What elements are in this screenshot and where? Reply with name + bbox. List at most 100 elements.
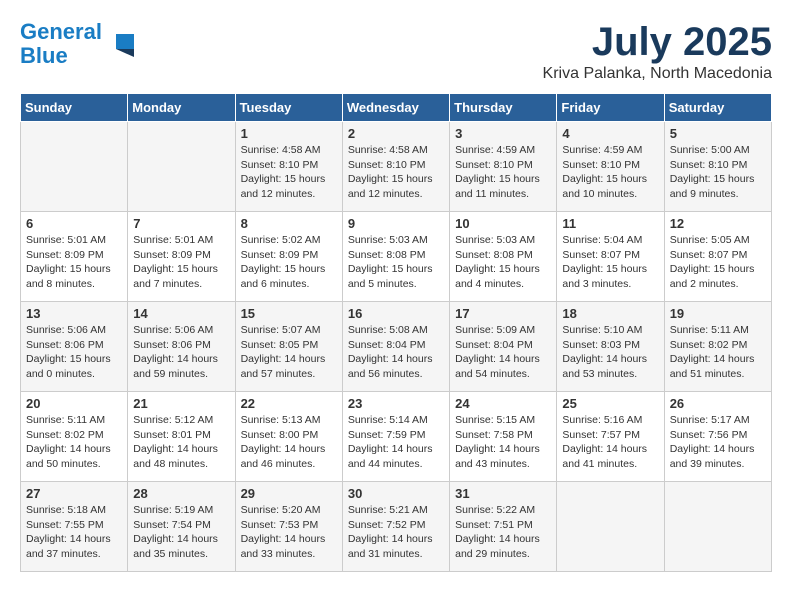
day-number: 9: [348, 216, 444, 231]
calendar-cell: 26Sunrise: 5:17 AM Sunset: 7:56 PM Dayli…: [664, 392, 771, 482]
calendar-cell: 20 Sunrise: 5:11 AM Sunset: 8:02 PM Dayli…: [21, 392, 128, 482]
calendar-cell: 30 Sunrise: 5:21 AM Sunset: 7:52 PM Dayli…: [342, 482, 449, 572]
calendar-cell: 3 Sunrise: 4:59 AM Sunset: 8:10 PM Daylig…: [450, 122, 557, 212]
day-info: Sunrise: 5:06 AM Sunset: 8:06 PM Dayligh…: [26, 323, 122, 382]
calendar-cell: 4 Sunrise: 4:59 AM Sunset: 8:10 PM Daylig…: [557, 122, 664, 212]
calendar-cell: [21, 122, 128, 212]
calendar-week-row: 20 Sunrise: 5:11 AM Sunset: 8:02 PM Dayli…: [21, 392, 772, 482]
calendar-table: SundayMondayTuesdayWednesdayThursdayFrid…: [20, 93, 772, 572]
day-info: Sunrise: 5:09 AM Sunset: 8:04 PM Dayligh…: [455, 323, 551, 382]
calendar-cell: [128, 122, 235, 212]
day-info: Sunrise: 4:59 AM Sunset: 8:10 PM Dayligh…: [562, 143, 658, 202]
day-info: Sunrise: 5:15 AM Sunset: 7:58 PM Dayligh…: [455, 413, 551, 472]
calendar-cell: 13 Sunrise: 5:06 AM Sunset: 8:06 PM Dayli…: [21, 302, 128, 392]
day-info: Sunrise: 5:20 AM Sunset: 7:53 PM Dayligh…: [241, 503, 337, 562]
day-number: 23: [348, 396, 444, 411]
location-subtitle: Kriva Palanka, North Macedonia: [543, 65, 772, 83]
day-info: Sunrise: 4:58 AM Sunset: 8:10 PM Dayligh…: [241, 143, 337, 202]
day-number: 20: [26, 396, 122, 411]
day-number: 4: [562, 126, 658, 141]
day-number: 6: [26, 216, 122, 231]
day-number: 11: [562, 216, 658, 231]
day-header-saturday: Saturday: [664, 94, 771, 122]
day-info: Sunrise: 5:16 AM Sunset: 7:57 PM Dayligh…: [562, 413, 658, 472]
calendar-cell: 15Sunrise: 5:07 AM Sunset: 8:05 PM Dayli…: [235, 302, 342, 392]
calendar-cell: 24 Sunrise: 5:15 AM Sunset: 7:58 PM Dayli…: [450, 392, 557, 482]
calendar-cell: 10 Sunrise: 5:03 AM Sunset: 8:08 PM Dayli…: [450, 212, 557, 302]
day-number: 10: [455, 216, 551, 231]
calendar-cell: 16 Sunrise: 5:08 AM Sunset: 8:04 PM Dayli…: [342, 302, 449, 392]
day-number: 12: [670, 216, 766, 231]
day-header-monday: Monday: [128, 94, 235, 122]
day-info: Sunrise: 5:11 AM Sunset: 8:02 PM Dayligh…: [26, 413, 122, 472]
day-header-wednesday: Wednesday: [342, 94, 449, 122]
day-info: Sunrise: 5:01 AM Sunset: 8:09 PM Dayligh…: [26, 233, 122, 292]
day-info: Sunrise: 5:05 AM Sunset: 8:07 PM Dayligh…: [670, 233, 766, 292]
day-number: 26: [670, 396, 766, 411]
day-number: 7: [133, 216, 229, 231]
day-number: 17: [455, 306, 551, 321]
day-info: Sunrise: 5:13 AM Sunset: 8:00 PM Dayligh…: [241, 413, 337, 472]
day-info: Sunrise: 5:07 AM Sunset: 8:05 PM Dayligh…: [241, 323, 337, 382]
calendar-cell: 21 Sunrise: 5:12 AM Sunset: 8:01 PM Dayli…: [128, 392, 235, 482]
calendar-header-row: SundayMondayTuesdayWednesdayThursdayFrid…: [21, 94, 772, 122]
calendar-cell: 29Sunrise: 5:20 AM Sunset: 7:53 PM Dayli…: [235, 482, 342, 572]
day-info: Sunrise: 5:10 AM Sunset: 8:03 PM Dayligh…: [562, 323, 658, 382]
calendar-week-row: 27 Sunrise: 5:18 AM Sunset: 7:55 PM Dayli…: [21, 482, 772, 572]
day-number: 1: [241, 126, 337, 141]
calendar-cell: 9 Sunrise: 5:03 AM Sunset: 8:08 PM Daylig…: [342, 212, 449, 302]
day-info: Sunrise: 5:08 AM Sunset: 8:04 PM Dayligh…: [348, 323, 444, 382]
day-info: Sunrise: 5:02 AM Sunset: 8:09 PM Dayligh…: [241, 233, 337, 292]
day-info: Sunrise: 5:18 AM Sunset: 7:55 PM Dayligh…: [26, 503, 122, 562]
day-info: Sunrise: 4:58 AM Sunset: 8:10 PM Dayligh…: [348, 143, 444, 202]
day-info: Sunrise: 5:06 AM Sunset: 8:06 PM Dayligh…: [133, 323, 229, 382]
calendar-week-row: 13 Sunrise: 5:06 AM Sunset: 8:06 PM Dayli…: [21, 302, 772, 392]
day-number: 13: [26, 306, 122, 321]
day-info: Sunrise: 5:03 AM Sunset: 8:08 PM Dayligh…: [348, 233, 444, 292]
day-number: 16: [348, 306, 444, 321]
title-block: July 2025 Kriva Palanka, North Macedonia: [543, 20, 772, 83]
day-number: 21: [133, 396, 229, 411]
day-info: Sunrise: 4:59 AM Sunset: 8:10 PM Dayligh…: [455, 143, 551, 202]
day-number: 31: [455, 486, 551, 501]
calendar-week-row: 6 Sunrise: 5:01 AM Sunset: 8:09 PM Daylig…: [21, 212, 772, 302]
day-info: Sunrise: 5:11 AM Sunset: 8:02 PM Dayligh…: [670, 323, 766, 382]
logo-text: General Blue: [20, 20, 102, 68]
day-header-thursday: Thursday: [450, 94, 557, 122]
day-number: 18: [562, 306, 658, 321]
day-number: 27: [26, 486, 122, 501]
day-info: Sunrise: 5:22 AM Sunset: 7:51 PM Dayligh…: [455, 503, 551, 562]
day-info: Sunrise: 5:03 AM Sunset: 8:08 PM Dayligh…: [455, 233, 551, 292]
day-info: Sunrise: 5:14 AM Sunset: 7:59 PM Dayligh…: [348, 413, 444, 472]
calendar-cell: 12 Sunrise: 5:05 AM Sunset: 8:07 PM Dayli…: [664, 212, 771, 302]
day-header-tuesday: Tuesday: [235, 94, 342, 122]
day-info: Sunrise: 5:12 AM Sunset: 8:01 PM Dayligh…: [133, 413, 229, 472]
day-header-sunday: Sunday: [21, 94, 128, 122]
day-info: Sunrise: 5:01 AM Sunset: 8:09 PM Dayligh…: [133, 233, 229, 292]
calendar-cell: 5Sunrise: 5:00 AM Sunset: 8:10 PM Daylig…: [664, 122, 771, 212]
day-number: 8: [241, 216, 337, 231]
day-number: 3: [455, 126, 551, 141]
calendar-cell: 1 Sunrise: 4:58 AM Sunset: 8:10 PM Daylig…: [235, 122, 342, 212]
calendar-cell: 7 Sunrise: 5:01 AM Sunset: 8:09 PM Daylig…: [128, 212, 235, 302]
day-number: 14: [133, 306, 229, 321]
calendar-cell: 17 Sunrise: 5:09 AM Sunset: 8:04 PM Dayli…: [450, 302, 557, 392]
calendar-cell: 25 Sunrise: 5:16 AM Sunset: 7:57 PM Dayli…: [557, 392, 664, 482]
day-number: 25: [562, 396, 658, 411]
month-title: July 2025: [543, 20, 772, 65]
calendar-cell: 23 Sunrise: 5:14 AM Sunset: 7:59 PM Dayli…: [342, 392, 449, 482]
day-info: Sunrise: 5:04 AM Sunset: 8:07 PM Dayligh…: [562, 233, 658, 292]
logo: General Blue: [20, 20, 136, 68]
calendar-cell: [664, 482, 771, 572]
calendar-week-row: 1 Sunrise: 4:58 AM Sunset: 8:10 PM Daylig…: [21, 122, 772, 212]
day-number: 19: [670, 306, 766, 321]
day-number: 5: [670, 126, 766, 141]
day-info: Sunrise: 5:21 AM Sunset: 7:52 PM Dayligh…: [348, 503, 444, 562]
calendar-cell: 31 Sunrise: 5:22 AM Sunset: 7:51 PM Dayli…: [450, 482, 557, 572]
calendar-cell: 22Sunrise: 5:13 AM Sunset: 8:00 PM Dayli…: [235, 392, 342, 482]
calendar-cell: 6 Sunrise: 5:01 AM Sunset: 8:09 PM Daylig…: [21, 212, 128, 302]
day-number: 30: [348, 486, 444, 501]
day-number: 24: [455, 396, 551, 411]
calendar-cell: 19 Sunrise: 5:11 AM Sunset: 8:02 PM Dayli…: [664, 302, 771, 392]
day-number: 28: [133, 486, 229, 501]
